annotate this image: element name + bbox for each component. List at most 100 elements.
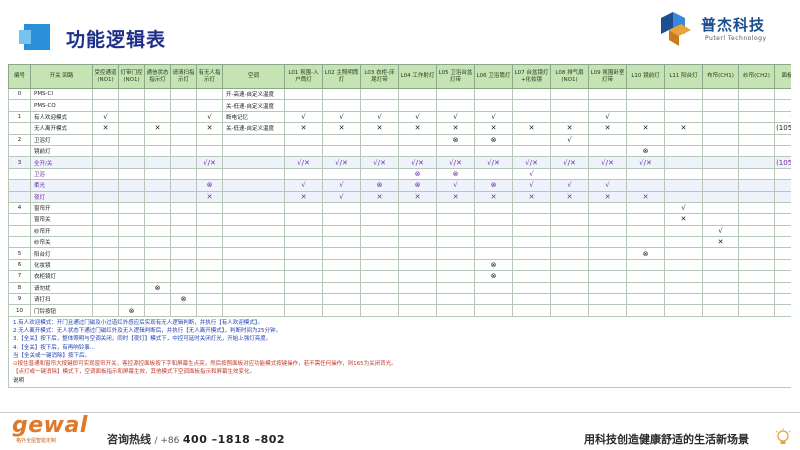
- state-cell: [774, 144, 791, 158]
- state-cell: [588, 270, 627, 283]
- state-cell: [322, 247, 361, 260]
- switch-circuit-cell: 全开/关: [30, 156, 93, 169]
- state-cell: [626, 258, 665, 272]
- switch-circuit-cell: 纱帘开: [30, 224, 93, 238]
- state-cell: [196, 293, 223, 306]
- air-conditioner-cell: [222, 167, 285, 181]
- state-cell: [626, 201, 665, 215]
- row-number: 3: [8, 156, 31, 169]
- state-cell: [550, 247, 589, 260]
- state-cell: [436, 270, 475, 283]
- state-cell: [436, 293, 475, 306]
- table-row: 7 衣柜镜灯 ⊗: [8, 270, 791, 283]
- state-cell: [398, 281, 437, 295]
- table-row: 0 PMS-CI 开-高速-自定义温度: [8, 87, 791, 101]
- state-cell: [664, 224, 703, 238]
- state-cell: ⊗: [196, 179, 223, 192]
- air-conditioner-cell: [222, 304, 285, 317]
- state-cell: [702, 144, 739, 158]
- switch-circuit-cell: 门铃按钮: [30, 304, 93, 317]
- state-cell: ✕: [588, 122, 627, 135]
- state-cell: [774, 247, 791, 260]
- state-cell: [144, 236, 171, 249]
- state-cell: [588, 144, 627, 158]
- table-row: 9 请打扫 ⊗: [8, 293, 791, 306]
- page-title: 功能逻辑表: [66, 29, 167, 51]
- table-row: PMS-CO 关-低速-自定义温度: [8, 99, 791, 112]
- state-cell: [436, 213, 475, 226]
- state-cell: [436, 87, 475, 101]
- state-cell: [398, 270, 437, 283]
- table-row: 柔光 ⊗ √ √ ⊗ ⊗ √ ⊗ √ √ √: [8, 179, 791, 192]
- state-cell: [512, 281, 551, 295]
- state-cell: [92, 167, 119, 181]
- state-cell: [196, 133, 223, 146]
- state-cell: [196, 270, 223, 283]
- state-cell: [702, 281, 739, 295]
- state-cell: [774, 270, 791, 283]
- title-accent-mark: [19, 24, 50, 50]
- state-cell: [626, 133, 665, 146]
- row-number: 6: [8, 258, 31, 272]
- state-cell: [512, 247, 551, 260]
- state-cell: [170, 110, 197, 124]
- state-cell: [738, 281, 775, 295]
- state-cell: √: [284, 179, 323, 192]
- state-cell: [550, 224, 589, 238]
- state-cell: (105后关): [774, 122, 791, 135]
- row-number: [8, 236, 31, 249]
- state-cell: [196, 87, 223, 101]
- state-cell: [702, 122, 739, 135]
- state-cell: [322, 236, 361, 249]
- state-cell: [512, 144, 551, 158]
- state-cell: [322, 281, 361, 295]
- state-cell: [664, 110, 703, 124]
- state-cell: [92, 270, 119, 283]
- row-number: 0: [8, 87, 31, 101]
- air-conditioner-cell: [222, 293, 285, 306]
- state-cell: √: [196, 110, 223, 124]
- state-cell: ⊗: [398, 179, 437, 192]
- column-header: L07 台盆镜灯+化妆镜: [512, 64, 551, 89]
- state-cell: [774, 258, 791, 272]
- state-cell: ✕: [702, 236, 739, 249]
- note-line: ⊙按住普通和窗帘大按键即可实现窗帘开关，客控源控面板按下字和屏幕生点亮，然后按照…: [13, 361, 397, 368]
- state-cell: [588, 213, 627, 226]
- state-cell: [398, 293, 437, 306]
- state-cell: [284, 247, 323, 260]
- state-cell: [196, 99, 223, 112]
- state-cell: [284, 258, 323, 272]
- state-cell: [398, 87, 437, 101]
- state-cell: [702, 201, 739, 215]
- state-cell: [92, 179, 119, 192]
- note-line: 4.【全关】按下后，有再响铃事...: [13, 344, 95, 351]
- air-conditioner-cell: [222, 213, 285, 226]
- state-cell: [702, 87, 739, 101]
- state-cell: [284, 224, 323, 238]
- state-cell: [360, 133, 399, 146]
- air-conditioner-cell: [222, 133, 285, 146]
- state-cell: [550, 87, 589, 101]
- state-cell: [398, 99, 437, 112]
- switch-circuit-cell: PMS-CO: [30, 99, 93, 112]
- state-cell: [170, 144, 197, 158]
- state-cell: [702, 110, 739, 124]
- state-cell: ✕: [92, 122, 119, 135]
- state-cell: [474, 167, 513, 181]
- state-cell: √: [436, 110, 475, 124]
- state-cell: ✕: [474, 190, 513, 203]
- state-cell: [588, 133, 627, 146]
- table-row: 3 全开/关 √/✕ √/✕ √/✕ √/✕ √/✕ √/✕ √/✕ √/✕ √/✕ √/✕ √/✕ (1…: [8, 156, 791, 169]
- state-cell: [738, 213, 775, 226]
- state-cell: [738, 179, 775, 192]
- column-header: L05 卫浴台盆灯带: [436, 64, 475, 89]
- state-cell: [626, 293, 665, 306]
- switch-circuit-cell: 卫浴灯: [30, 133, 93, 146]
- state-cell: [664, 236, 703, 249]
- state-cell: [626, 167, 665, 181]
- air-conditioner-cell: [222, 190, 285, 203]
- state-cell: [196, 258, 223, 272]
- state-cell: [398, 304, 437, 317]
- table-row: 2 卫浴灯 ⊗ ⊗ √: [8, 133, 791, 146]
- state-cell: ✕: [474, 122, 513, 135]
